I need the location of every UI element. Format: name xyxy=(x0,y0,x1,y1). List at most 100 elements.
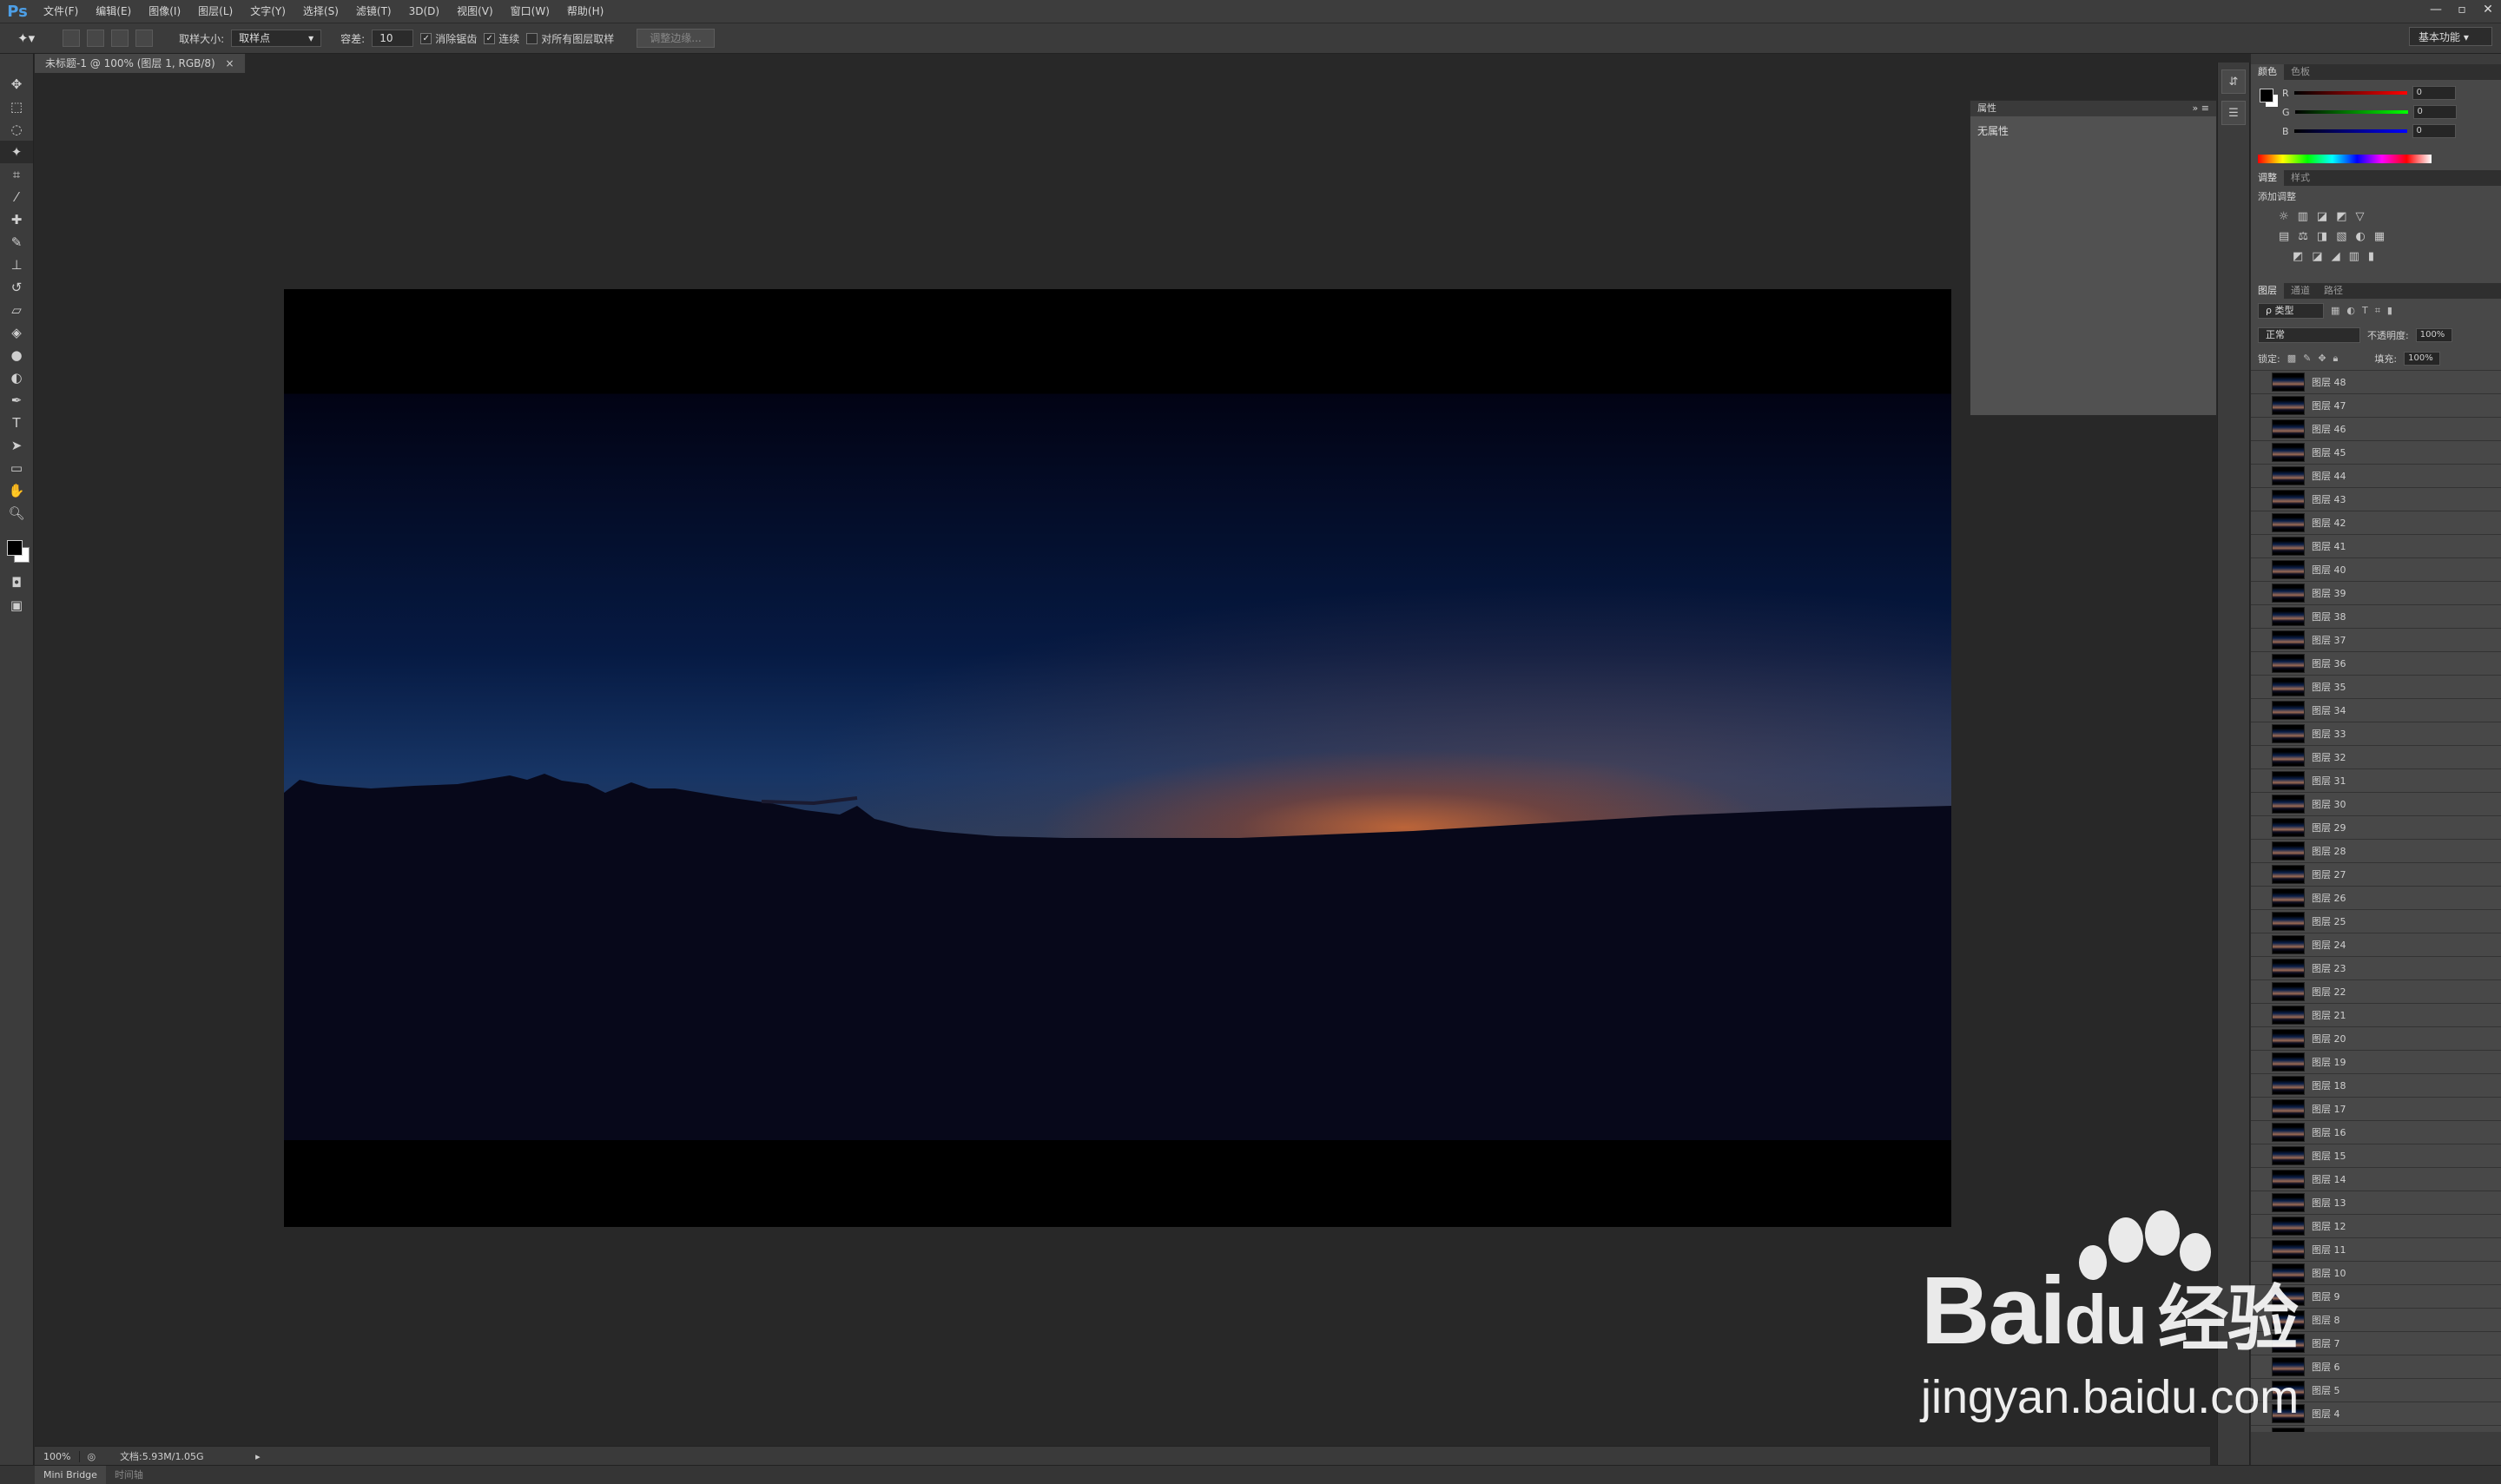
color-spectrum-bar[interactable] xyxy=(2258,155,2432,163)
crop-tool-icon[interactable]: ⌗ xyxy=(0,163,33,186)
green-track[interactable] xyxy=(2294,110,2408,114)
blue-value[interactable]: 0 xyxy=(2412,124,2456,138)
layer-row[interactable]: 图层 23 xyxy=(2251,957,2501,980)
refine-edge-button[interactable]: 调整边缘... xyxy=(637,29,715,48)
layer-row[interactable]: 图层 27 xyxy=(2251,863,2501,887)
layer-row[interactable]: 图层 15 xyxy=(2251,1144,2501,1168)
menu-window[interactable]: 窗口(W) xyxy=(502,0,558,23)
layer-row[interactable]: 图层 37 xyxy=(2251,629,2501,652)
type-tool-icon[interactable]: T xyxy=(0,412,33,434)
sample-all-checkbox[interactable]: 对所有图层取样 xyxy=(526,31,614,46)
layer-row[interactable]: 图层 21 xyxy=(2251,1004,2501,1027)
magic-wand-tool-icon[interactable]: ✦ xyxy=(0,141,33,163)
layer-filter-select[interactable]: ρ 类型 xyxy=(2258,303,2324,319)
zoom-tool-icon[interactable]: 🔍︎ xyxy=(0,502,33,524)
menu-help[interactable]: 帮助(H) xyxy=(558,0,612,23)
pen-tool-icon[interactable]: ✒ xyxy=(0,389,33,412)
layer-row[interactable]: 图层 36 xyxy=(2251,652,2501,676)
history-panel-icon[interactable]: ⇵ xyxy=(2221,69,2246,94)
layer-row[interactable]: 图层 33 xyxy=(2251,722,2501,746)
menu-3d[interactable]: 3D(D) xyxy=(400,0,448,23)
brush-tool-icon[interactable]: ✎ xyxy=(0,231,33,254)
document-image[interactable] xyxy=(284,289,1951,1227)
tab-color[interactable]: 颜色 xyxy=(2251,64,2284,80)
layer-row[interactable]: 图层 34 xyxy=(2251,699,2501,722)
blur-tool-icon[interactable]: ● xyxy=(0,344,33,366)
tab-adjustments[interactable]: 调整 xyxy=(2251,170,2284,186)
layer-row[interactable]: 图层 29 xyxy=(2251,816,2501,840)
layer-row[interactable]: 图层 43 xyxy=(2251,488,2501,511)
tab-timeline[interactable]: 时间轴 xyxy=(106,1466,152,1484)
properties-title[interactable]: 属性 xyxy=(1977,102,1996,114)
tab-mini-bridge[interactable]: Mini Bridge xyxy=(35,1466,106,1484)
panel-foreground-swatch[interactable] xyxy=(2260,89,2273,102)
path-selection-tool-icon[interactable]: ➤ xyxy=(0,434,33,457)
tab-paths[interactable]: 路径 xyxy=(2317,283,2350,299)
layer-row[interactable]: 图层 25 xyxy=(2251,910,2501,933)
paint-bucket-tool-icon[interactable]: ◈ xyxy=(0,321,33,344)
move-tool-icon[interactable]: ✥ xyxy=(0,73,33,96)
tab-swatches[interactable]: 色板 xyxy=(2284,64,2317,80)
clone-stamp-tool-icon[interactable]: ⊥ xyxy=(0,254,33,276)
layer-row[interactable]: 图层 26 xyxy=(2251,887,2501,910)
dodge-tool-icon[interactable]: ◐ xyxy=(0,366,33,389)
opacity-input[interactable]: 100% xyxy=(2415,328,2452,342)
healing-brush-tool-icon[interactable]: ✚ xyxy=(0,208,33,231)
layer-row[interactable]: 图层 40 xyxy=(2251,558,2501,582)
layer-row[interactable]: 图层 22 xyxy=(2251,980,2501,1004)
collapse-icon[interactable]: » ≡ xyxy=(2193,101,2209,116)
restore-button[interactable]: ▫ xyxy=(2449,0,2475,19)
fill-input[interactable]: 100% xyxy=(2404,352,2441,366)
sample-size-select[interactable]: 取样点 ▾ xyxy=(231,30,322,47)
foreground-color-swatch[interactable] xyxy=(7,540,23,556)
add-selection-button[interactable] xyxy=(87,30,105,47)
layer-row[interactable]: 图层 20 xyxy=(2251,1027,2501,1051)
menu-layer[interactable]: 图层(L) xyxy=(189,0,241,23)
menu-type[interactable]: 文字(Y) xyxy=(241,0,294,23)
layer-row[interactable]: 图层 47 xyxy=(2251,394,2501,418)
menu-image[interactable]: 图像(I) xyxy=(140,0,189,23)
zoom-level[interactable]: 100% xyxy=(35,1450,81,1462)
minimize-button[interactable]: — xyxy=(2423,0,2449,19)
layer-row[interactable]: 图层 45 xyxy=(2251,441,2501,465)
menu-edit[interactable]: 编辑(E) xyxy=(87,0,140,23)
tolerance-input[interactable]: 10 xyxy=(372,30,414,47)
menu-view[interactable]: 视图(V) xyxy=(448,0,502,23)
layer-row[interactable]: 图层 14 xyxy=(2251,1168,2501,1191)
close-button[interactable]: ✕ xyxy=(2475,0,2501,19)
layer-row[interactable]: 图层 35 xyxy=(2251,676,2501,699)
intersect-selection-button[interactable] xyxy=(135,30,154,47)
properties-panel-icon[interactable]: ☰ xyxy=(2221,101,2246,125)
blue-track[interactable] xyxy=(2293,129,2407,133)
layer-row[interactable]: 图层 28 xyxy=(2251,840,2501,863)
shape-tool-icon[interactable]: ▭ xyxy=(0,457,33,479)
color-swatches[interactable] xyxy=(0,537,33,571)
layer-row[interactable]: 图层 38 xyxy=(2251,605,2501,629)
layer-row[interactable]: 图层 41 xyxy=(2251,535,2501,558)
layer-row[interactable]: 图层 48 xyxy=(2251,371,2501,394)
hand-tool-icon[interactable]: ✋ xyxy=(0,479,33,502)
eyedropper-tool-icon[interactable]: ⁄ xyxy=(0,186,33,208)
tab-channels[interactable]: 通道 xyxy=(2284,283,2317,299)
lock-icons[interactable]: ▩✎✥🔒︎ xyxy=(2287,353,2346,365)
filter-icons[interactable]: ▦◐T⌗▮ xyxy=(2331,305,2399,317)
close-icon[interactable]: × xyxy=(226,57,234,69)
red-track[interactable] xyxy=(2293,91,2407,95)
red-slider[interactable]: R 0 xyxy=(2251,80,2501,102)
layer-row[interactable]: 图层 30 xyxy=(2251,793,2501,816)
layer-row[interactable]: 图层 46 xyxy=(2251,418,2501,441)
blend-mode-select[interactable]: 正常 xyxy=(2258,327,2360,343)
new-selection-button[interactable] xyxy=(63,30,81,47)
red-value[interactable]: 0 xyxy=(2412,86,2456,100)
layer-row[interactable]: 图层 44 xyxy=(2251,465,2501,488)
layer-row[interactable]: 图层 39 xyxy=(2251,582,2501,605)
menu-filter[interactable]: 滤镜(T) xyxy=(347,0,400,23)
document-tab[interactable]: 未标题-1 @ 100% (图层 1, RGB/8) × xyxy=(35,54,246,73)
layer-row[interactable]: 图层 32 xyxy=(2251,746,2501,769)
status-icon[interactable]: ◎ xyxy=(80,1451,102,1462)
magic-wand-preset-icon[interactable]: ✦▾ xyxy=(17,30,35,46)
status-menu-arrow-icon[interactable]: ▸ xyxy=(250,1451,266,1462)
layer-row[interactable]: 图层 31 xyxy=(2251,769,2501,793)
menu-select[interactable]: 选择(S) xyxy=(294,0,347,23)
tab-styles[interactable]: 样式 xyxy=(2284,170,2317,186)
